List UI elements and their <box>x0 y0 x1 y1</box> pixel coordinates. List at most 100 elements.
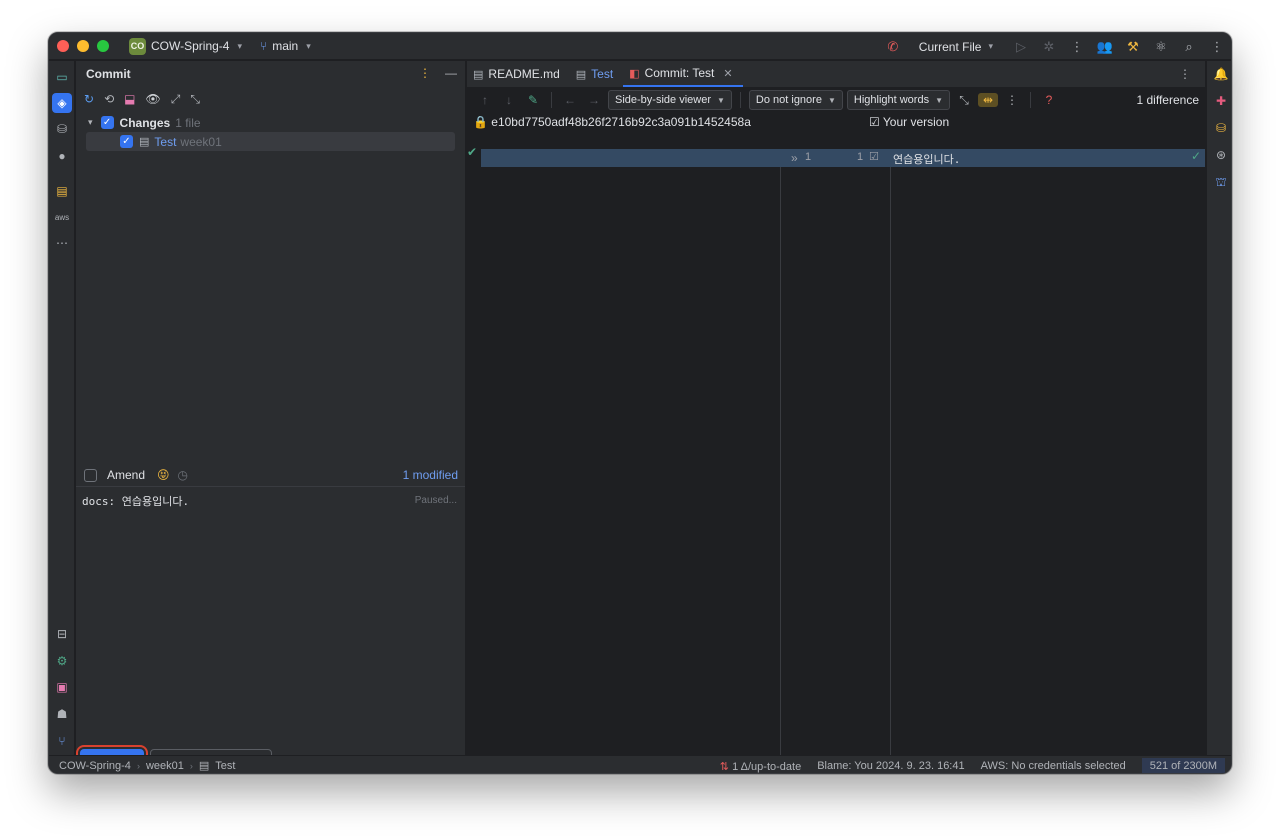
editor-area: ▤ README.md ▤ Test ◧ Commit: Test ✕ ⋮ ↑ … <box>467 61 1205 755</box>
amend-label: Amend <box>107 468 146 482</box>
breadcrumb: COW-Spring-4 › week01 › ▤ Test <box>59 759 235 773</box>
diff-right-pane[interactable]: 연습용입니다. ✓ <box>891 149 1205 755</box>
breadcrumb-dir[interactable]: week01 <box>146 760 184 772</box>
text-file-icon: ▤ <box>575 68 587 81</box>
build-icon[interactable]: ⚒ <box>1119 39 1147 55</box>
tab-test[interactable]: ▤ Test <box>570 61 623 87</box>
divider <box>739 92 741 108</box>
branch-selector[interactable]: ⑂ main ▾ <box>260 39 311 53</box>
refresh-icon[interactable]: ↻ <box>84 92 94 106</box>
chevron-down-icon: ▾ <box>988 41 993 51</box>
help-icon[interactable]: ? <box>1039 93 1059 107</box>
plugin-icon[interactable]: ✚ <box>1211 94 1231 114</box>
left-revision-header: 🔒 e10bd7750adf48b26f2716b92c3a091b145245… <box>473 115 751 129</box>
vcs-status-text: 1 Δ/up-to-date <box>732 760 802 773</box>
run-config-selector[interactable]: Current File ▾ <box>919 40 993 54</box>
tab-commit-test[interactable]: ◧ Commit: Test ✕ <box>623 61 743 87</box>
minimize-window-button[interactable] <box>77 40 89 52</box>
changed-line-left <box>481 149 781 167</box>
collapse-all-icon[interactable]: ⤡ <box>190 92 200 107</box>
debug-icon[interactable]: ✲ <box>1035 39 1063 55</box>
commit-tool-icon[interactable]: ◈ <box>52 93 72 113</box>
diff-headers: 🔒 e10bd7750adf48b26f2716b92c3a091b145245… <box>467 113 1205 131</box>
shelve-icon[interactable]: ⬓ <box>124 92 135 106</box>
git-icon[interactable]: ⑂ <box>52 731 72 751</box>
github-icon[interactable]: ● <box>52 146 72 166</box>
run-icon[interactable]: ▷ <box>1007 39 1035 55</box>
breadcrumb-project[interactable]: COW-Spring-4 <box>59 760 131 772</box>
next-diff-icon[interactable]: ↓ <box>499 93 519 107</box>
vcs-arrows-icon: ⇅ <box>719 760 730 773</box>
database-search-icon[interactable]: ⛁ <box>52 119 72 139</box>
history-clock-icon[interactable]: ◷ <box>178 468 188 482</box>
edit-source-icon[interactable]: ✎ <box>523 93 543 107</box>
diff-toolbar: ↑ ↓ ✎ ← → Side-by-side viewer ▼ Do not i… <box>467 87 1205 113</box>
settings-gear-icon[interactable]: ⚙ <box>52 651 72 671</box>
apply-change-icon[interactable]: » <box>791 151 798 165</box>
commit-message-input[interactable]: docs: 연습용입니다. <box>82 493 189 509</box>
collapse-unchanged-icon[interactable]: ⤡ <box>954 93 974 108</box>
chevron-down-icon: ▼ <box>716 95 725 105</box>
file-directory: week01 <box>180 134 222 149</box>
database-icon[interactable]: ⛁ <box>1211 121 1231 141</box>
changed-file-row[interactable]: ✓ ▤ Test week01 <box>86 132 455 151</box>
project-view-icon[interactable]: ▭ <box>52 67 72 87</box>
emoji-icon[interactable]: 😝 <box>157 468 170 482</box>
vcs-status[interactable]: ⇅ 1 Δ/up-to-date <box>720 760 801 773</box>
memory-indicator[interactable]: 521 of 2300M <box>1141 758 1225 773</box>
amend-checkbox[interactable] <box>84 468 97 482</box>
ai-assistant-icon[interactable]: ⊛ <box>1211 148 1231 168</box>
more-tools-icon[interactable]: ⋯ <box>52 233 72 253</box>
chevron-down-icon[interactable]: ▾ <box>88 117 93 128</box>
services-icon[interactable]: ▤ <box>52 181 72 201</box>
changes-checkbox[interactable]: ✓ <box>100 116 114 129</box>
close-icon[interactable]: ✕ <box>723 67 732 80</box>
phone-icon[interactable]: ✆ <box>879 39 907 55</box>
back-arrow-icon[interactable]: ← <box>560 93 580 107</box>
search-icon[interactable]: ⌕ <box>1175 39 1203 55</box>
changes-group[interactable]: ▾ ✓ Changes 1 file <box>76 113 465 132</box>
options-icon[interactable]: ⋮ <box>419 66 431 80</box>
more-vertical-icon[interactable]: ⋮ <box>1002 93 1022 107</box>
people-icon[interactable]: 👥 <box>1091 39 1119 55</box>
hide-panel-icon[interactable]: — <box>445 66 457 80</box>
file-checkbox[interactable]: ✓ <box>120 135 133 148</box>
chevron-right-icon: › <box>189 760 193 771</box>
diff-left-pane[interactable]: ✔ <box>467 145 781 755</box>
title-bar-actions: ✆ Current File ▾ ▷ ✲ ⋮ 👥 ⚒ ⚛ ⌕ ⋮ <box>879 33 1231 60</box>
expand-all-icon[interactable]: ⤢ <box>171 92 181 107</box>
eye-icon[interactable]: 👁 <box>145 92 160 106</box>
previous-diff-icon[interactable]: ↑ <box>475 93 495 107</box>
more-vertical-icon[interactable]: ⋮ <box>1179 67 1191 81</box>
gradle-icon[interactable]: ⛫ <box>1211 175 1231 195</box>
ignore-dropdown[interactable]: Do not ignore ▼ <box>748 90 843 110</box>
forward-arrow-icon[interactable]: → <box>584 93 604 107</box>
tab-label: README.md <box>488 67 560 81</box>
include-change-checkbox[interactable]: ☑ <box>869 150 879 163</box>
highlight-dropdown[interactable]: Highlight words ▼ <box>846 90 950 110</box>
more-icon[interactable]: ⋮ <box>1063 39 1091 55</box>
endpoints-icon[interactable]: ⊟ <box>52 624 72 644</box>
viewer-dropdown[interactable]: Side-by-side viewer ▼ <box>608 90 732 110</box>
ai-icon[interactable]: ⚛ <box>1147 39 1175 55</box>
tab-readme[interactable]: ▤ README.md <box>467 61 570 87</box>
zoom-window-button[interactable] <box>97 40 109 52</box>
rollback-icon[interactable]: ⟲ <box>104 92 114 106</box>
problems-bug-icon[interactable]: ☗ <box>52 704 72 724</box>
editor-tabs: ▤ README.md ▤ Test ◧ Commit: Test ✕ ⋮ <box>467 61 1205 87</box>
modified-link[interactable]: 1 modified <box>403 468 458 482</box>
breadcrumb-file[interactable]: Test <box>215 760 235 772</box>
sync-scroll-icon[interactable]: ⇹ <box>978 93 998 107</box>
markdown-file-icon: ▤ <box>473 68 484 81</box>
terminal-icon[interactable]: ▣ <box>52 677 72 697</box>
blame-status[interactable]: Blame: You 2024. 9. 23. 16:41 <box>817 760 964 772</box>
close-window-button[interactable] <box>57 40 69 52</box>
right-line-number: 1 <box>857 151 864 163</box>
diff-gutter: » 1 1 ☑ <box>781 149 891 755</box>
aws-icon[interactable]: aws <box>52 207 72 227</box>
notifications-bell-icon[interactable]: 🔔 <box>1211 67 1231 87</box>
commit-toolbar: ↻ ⟲ ⬓ 👁 ⤢ ⤡ <box>76 87 465 111</box>
project-selector[interactable]: CO COW-Spring-4 ▾ <box>129 37 242 55</box>
more-vertical-icon[interactable]: ⋮ <box>1203 39 1231 55</box>
aws-status[interactable]: AWS: No credentials selected <box>981 760 1126 772</box>
